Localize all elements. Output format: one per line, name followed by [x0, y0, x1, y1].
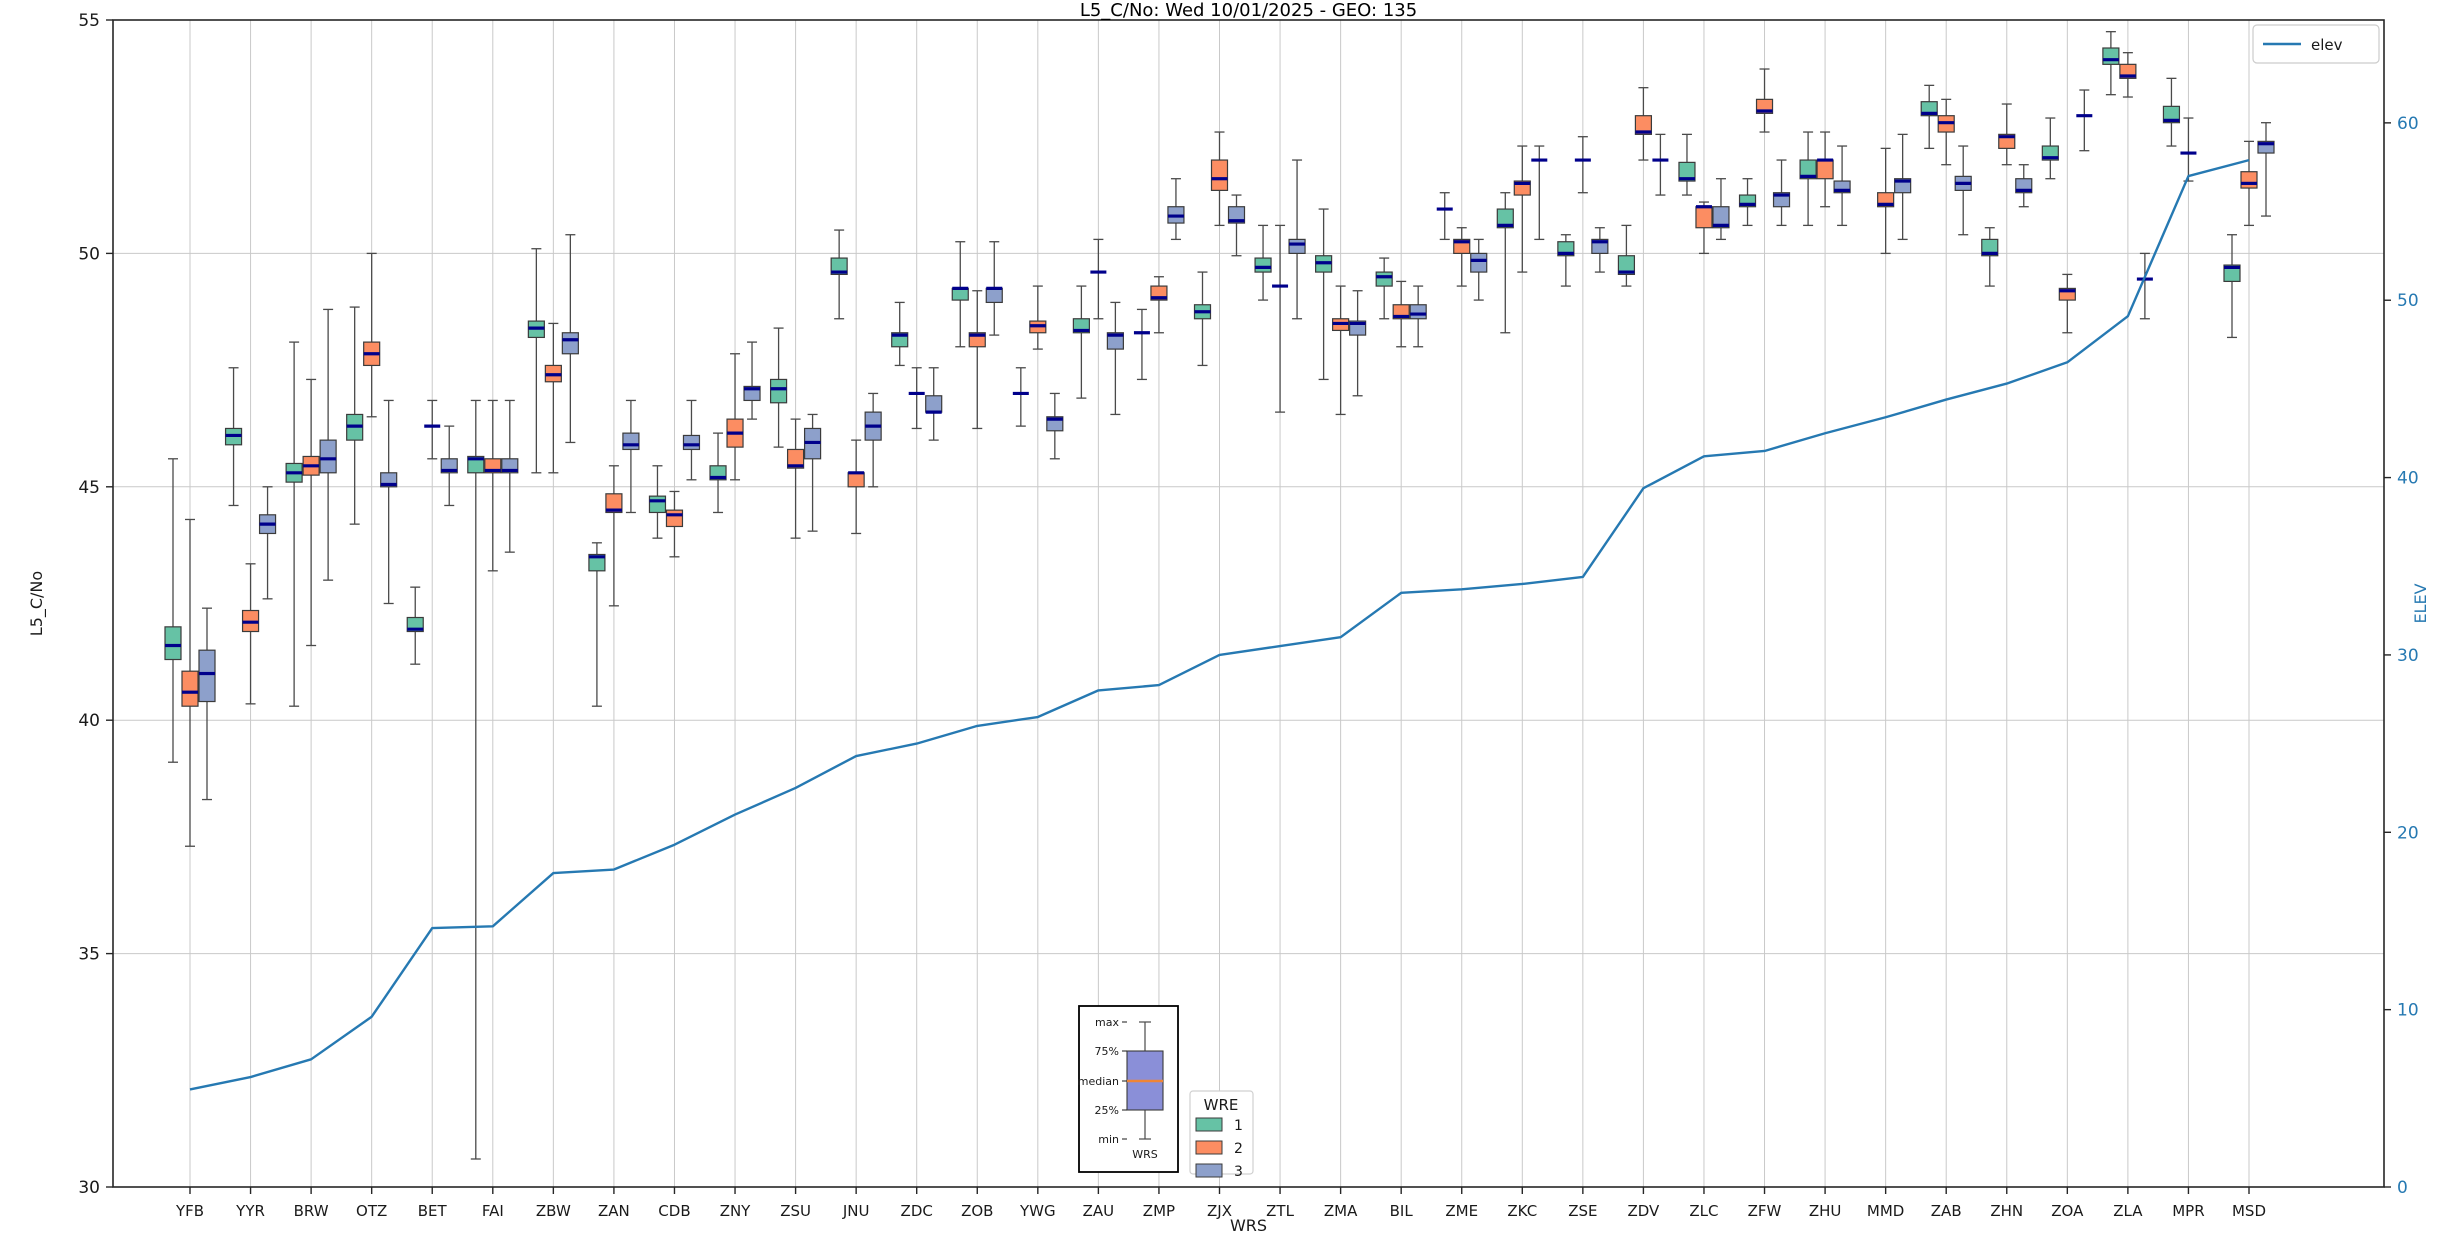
- x-tick-label-JNU: JNU: [842, 1202, 870, 1220]
- x-tick-label-ZOB: ZOB: [961, 1202, 993, 1220]
- wre-legend-title: WRE: [1204, 1096, 1239, 1114]
- chart-svg: 30 35 40 45 50 55 0 10 20 30 40 50 60 YFB YYR BRW OTZ BET…: [0, 0, 2438, 1240]
- x-tick-label-ZNY: ZNY: [720, 1202, 751, 1220]
- inset-label-75%: 75%: [1095, 1045, 1119, 1058]
- iqr-box: [682, 434, 701, 451]
- inset-label-min: min: [1098, 1133, 1119, 1146]
- x-tick-label-ZSU: ZSU: [780, 1202, 811, 1220]
- iqr-box: [951, 287, 969, 301]
- x-tick-label-YFB: YFB: [175, 1202, 204, 1220]
- iqr-box: [847, 472, 865, 488]
- x-tick-label-FAI: FAI: [482, 1202, 504, 1220]
- iqr-box: [2102, 47, 2120, 65]
- wre-swatch-3: [1195, 1163, 1223, 1178]
- inset-xlabel: WRS: [1132, 1148, 1158, 1161]
- x-tick-label-BIL: BIL: [1390, 1202, 1414, 1220]
- y2-tick-label: 30: [2397, 646, 2419, 666]
- x-tick-label-ZBW: ZBW: [536, 1202, 571, 1220]
- x-tick-label-MPR: MPR: [2172, 1202, 2204, 1220]
- y-tick-label: 35: [78, 945, 100, 965]
- inset-label-25%: 25%: [1095, 1104, 1119, 1117]
- y-axis-label: L5_C/No: [27, 571, 47, 636]
- chart-title: L5_C/No: Wed 10/01/2025 - GEO: 135: [1080, 0, 1417, 21]
- iqr-box: [1695, 206, 1713, 229]
- iqr-box: [164, 626, 182, 661]
- x-tick-label-ZJX: ZJX: [1207, 1202, 1232, 1220]
- x-tick-label-CDB: CDB: [658, 1202, 690, 1220]
- iqr-box: [622, 432, 640, 451]
- iqr-box: [769, 378, 788, 404]
- x-tick-label-MMD: MMD: [1867, 1202, 1904, 1220]
- iqr-box: [1470, 252, 1488, 273]
- y2-tick-label: 40: [2397, 469, 2419, 489]
- wre-legend: WRE 1 2 3: [1189, 1090, 1254, 1180]
- iqr-box: [1288, 238, 1306, 254]
- x-tick-label-ZKC: ZKC: [1507, 1202, 1537, 1220]
- wre-entry-label: 3: [1234, 1164, 1243, 1180]
- y2-tick-label: 0: [2397, 1178, 2408, 1198]
- x-tick-label-MSD: MSD: [2232, 1202, 2266, 1220]
- x-tick-label-ZMP: ZMP: [1143, 1202, 1175, 1220]
- x-tick-label-ZTL: ZTL: [1266, 1202, 1294, 1220]
- inset-label-max: max: [1095, 1016, 1119, 1029]
- inset-label-median: median: [1078, 1075, 1119, 1088]
- x-tick-label-ZLA: ZLA: [2113, 1202, 2143, 1220]
- iqr-box: [985, 287, 1003, 304]
- x-tick-label-ZOA: ZOA: [2051, 1202, 2084, 1220]
- iqr-box: [2240, 171, 2258, 189]
- iqr-box: [665, 509, 684, 528]
- x-tick-label-ZME: ZME: [1445, 1202, 1478, 1220]
- x-tick-label-ZAB: ZAB: [1931, 1202, 1962, 1220]
- x-tick-label-ZHU: ZHU: [1809, 1202, 1842, 1220]
- x-tick-label-ZSE: ZSE: [1568, 1202, 1597, 1220]
- y2-tick-label: 20: [2397, 823, 2419, 843]
- iqr-box: [1210, 159, 1229, 191]
- elev-legend-label: elev: [2311, 36, 2343, 54]
- wre-entry-label: 2: [1234, 1141, 1243, 1157]
- x-tick-label-BET: BET: [418, 1202, 448, 1220]
- iqr-box: [1409, 304, 1427, 320]
- x-axis-label: WRS: [1230, 1216, 1267, 1235]
- x-tick-label-ZLC: ZLC: [1689, 1202, 1718, 1220]
- x-tick-label-YYR: YYR: [235, 1202, 265, 1220]
- boxplot-chart: 30 35 40 45 50 55 0 10 20 30 40 50 60 YFB YYR BRW OTZ BET…: [0, 0, 2438, 1240]
- y2-tick-label: 50: [2397, 291, 2419, 311]
- x-tick-label-ZAU: ZAU: [1083, 1202, 1115, 1220]
- iqr-box: [561, 332, 579, 355]
- elev-legend: elev: [2252, 24, 2380, 64]
- y2-tick-label: 10: [2397, 1001, 2419, 1021]
- wre-entry-label: 1: [1234, 1118, 1243, 1134]
- y-tick-label: 50: [78, 244, 100, 264]
- y-tick-label: 40: [78, 711, 100, 731]
- iqr-box: [319, 439, 337, 474]
- y2-tick-label: 60: [2397, 114, 2419, 134]
- y-tick-label: 30: [78, 1178, 100, 1198]
- iqr-box: [648, 495, 667, 514]
- x-tick-label-YWG: YWG: [1019, 1202, 1056, 1220]
- x-tick-label-ZFW: ZFW: [1748, 1202, 1782, 1220]
- x-tick-label-ZDC: ZDC: [901, 1202, 933, 1220]
- x-tick-label-BRW: BRW: [294, 1202, 329, 1220]
- x-tick-label-OTZ: OTZ: [356, 1202, 387, 1220]
- y-tick-label: 55: [78, 11, 100, 31]
- iqr-box: [198, 649, 216, 703]
- x-tick-label-ZAN: ZAN: [598, 1202, 630, 1220]
- wre-swatch-1: [1195, 1117, 1223, 1132]
- x-tick-label-ZMA: ZMA: [1324, 1202, 1358, 1220]
- wre-swatch-2: [1195, 1140, 1223, 1155]
- iqr-box: [181, 670, 199, 707]
- boxplot-anatomy-inset: max 75% median 25% min WRS: [1078, 1005, 1179, 1173]
- y2-axis-label: ELEV: [2411, 583, 2430, 623]
- iqr-box: [1816, 159, 1834, 180]
- iqr-box: [1254, 257, 1272, 273]
- iqr-box: [1375, 271, 1393, 287]
- y-tick-label: 45: [78, 478, 100, 498]
- x-tick-label-ZDV: ZDV: [1627, 1202, 1660, 1220]
- x-tick-label-ZHN: ZHN: [1990, 1202, 2023, 1220]
- iqr-box: [925, 395, 943, 413]
